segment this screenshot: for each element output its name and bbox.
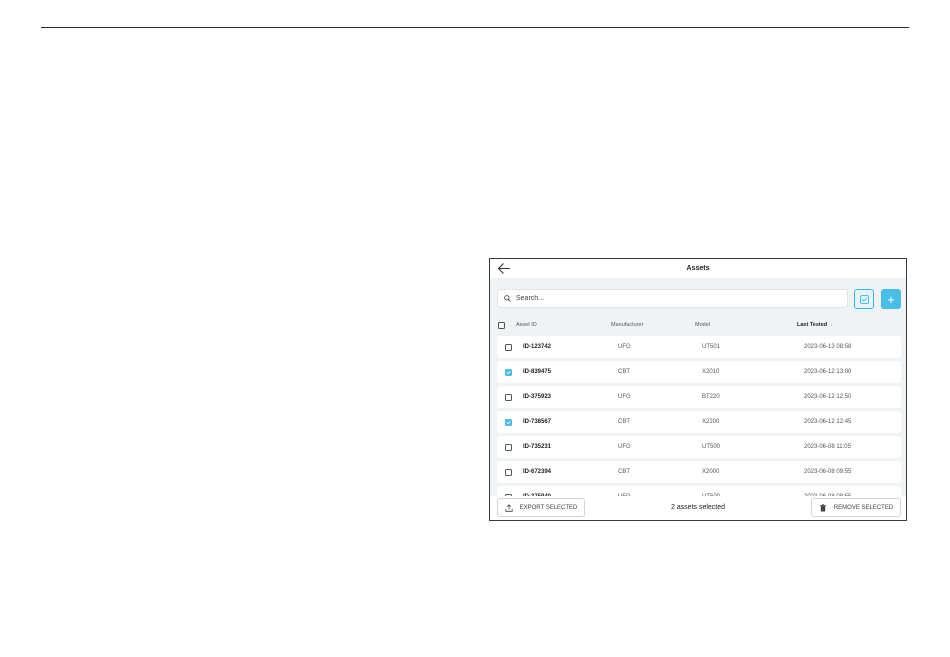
cell-manufacturer: UFG [618, 394, 631, 400]
upload-icon [504, 503, 513, 512]
check-icon [506, 420, 511, 424]
plus-icon: + [887, 291, 895, 307]
cell-manufacturer: CBT [618, 469, 630, 475]
search-input[interactable] [516, 295, 816, 302]
cell-last-tested: 2023-06-08 09:55 [804, 469, 852, 475]
check-icon [506, 370, 511, 374]
search-icon [504, 295, 511, 302]
row-checkbox[interactable] [505, 368, 512, 376]
cell-asset-id: ID-375923 [523, 394, 552, 400]
cell-asset-id: ID-672394 [523, 469, 552, 475]
checkbox-select-icon [859, 294, 869, 304]
select-mode-button[interactable] [854, 289, 874, 309]
cell-model: UT500 [702, 444, 721, 450]
table-header: Asset ID Manufacturer Model Last Tested ↓ [497, 317, 901, 333]
table-row[interactable]: ID-839475 CBT X2010 2023-06-12 13:00 [497, 361, 901, 383]
cell-asset-id: ID-123742 [523, 344, 552, 350]
cell-asset-id: ID-839475 [523, 369, 552, 375]
column-header-asset-id[interactable]: Asset ID [516, 322, 611, 328]
cell-model: UT501 [702, 344, 721, 350]
row-checkbox[interactable] [505, 443, 512, 451]
cell-last-tested: 2023-06-12 13:00 [804, 369, 852, 375]
assets-window: Assets + Asset ID Manufacturer Model Las… [489, 258, 907, 521]
column-header-last-tested[interactable]: Last Tested ↓ [797, 322, 901, 328]
cell-model: X2000 [702, 469, 720, 475]
table-row[interactable]: ID-375923 UFG BT220 2023-06-12 12:50 [497, 386, 901, 408]
table-row[interactable]: ID-375940UFGUT5002023-06-08 08:55 [497, 486, 901, 496]
table-row[interactable]: ID-738567 CBT X2200 2023-06-12 12:45 [497, 411, 901, 433]
cell-last-tested: 2023-06-12 12:45 [804, 419, 852, 425]
search-box[interactable] [497, 289, 848, 308]
remove-selected-button[interactable]: REMOVE SELECTED [811, 498, 901, 517]
select-all-checkbox[interactable] [498, 321, 505, 329]
cell-last-tested: 2023-06-08 11:05 [804, 444, 851, 450]
export-selected-label: EXPORT SELECTED [519, 504, 578, 511]
cell-last-tested: 2023-06-13 08:58 [804, 344, 852, 350]
title-bar: Assets [490, 259, 906, 278]
sort-arrow-icon: ↓ [830, 322, 833, 328]
cell-manufacturer: UFG [618, 444, 631, 450]
row-checkbox[interactable] [505, 468, 512, 476]
cell-model: X2200 [702, 419, 720, 425]
cell-asset-id: ID-738567 [523, 419, 552, 425]
row-checkbox[interactable] [505, 343, 512, 351]
footer-bar: EXPORT SELECTED 2 assets selected REMOVE… [490, 496, 906, 520]
cell-manufacturer: UFG [618, 344, 631, 350]
page-title: Assets [686, 265, 710, 272]
add-asset-button[interactable]: + [881, 289, 901, 309]
column-header-last-tested-label: Last Tested [797, 322, 828, 328]
remove-selected-label: REMOVE SELECTED [833, 504, 894, 511]
trash-icon [819, 503, 826, 511]
cell-asset-id: ID-735231 [523, 444, 552, 450]
top-divider [41, 27, 909, 28]
cell-model: X2010 [702, 369, 720, 375]
table-row[interactable]: ID-735231 UFG UT500 2023-06-08 11:05 [497, 436, 901, 458]
column-header-manufacturer[interactable]: Manufacturer [611, 322, 695, 328]
cell-manufacturer: CBT [618, 369, 630, 375]
cell-manufacturer: CBT [618, 419, 630, 425]
arrow-left-icon[interactable] [497, 262, 511, 275]
row-checkbox[interactable] [505, 393, 512, 401]
table-row[interactable]: ID-123742 UFG UT501 2023-06-13 08:58 [497, 336, 901, 358]
cell-last-tested: 2023-06-12 12:50 [804, 394, 852, 400]
export-selected-button[interactable]: EXPORT SELECTED [497, 498, 585, 517]
cell-model: BT220 [702, 394, 720, 400]
asset-list[interactable]: ID-123742 UFG UT501 2023-06-13 08:58 ID-8394… [497, 336, 901, 496]
table-row[interactable]: ID-672394 CBT X2000 2023-06-08 09:55 [497, 461, 901, 483]
column-header-model[interactable]: Model [695, 322, 797, 328]
row-checkbox[interactable] [505, 418, 512, 426]
